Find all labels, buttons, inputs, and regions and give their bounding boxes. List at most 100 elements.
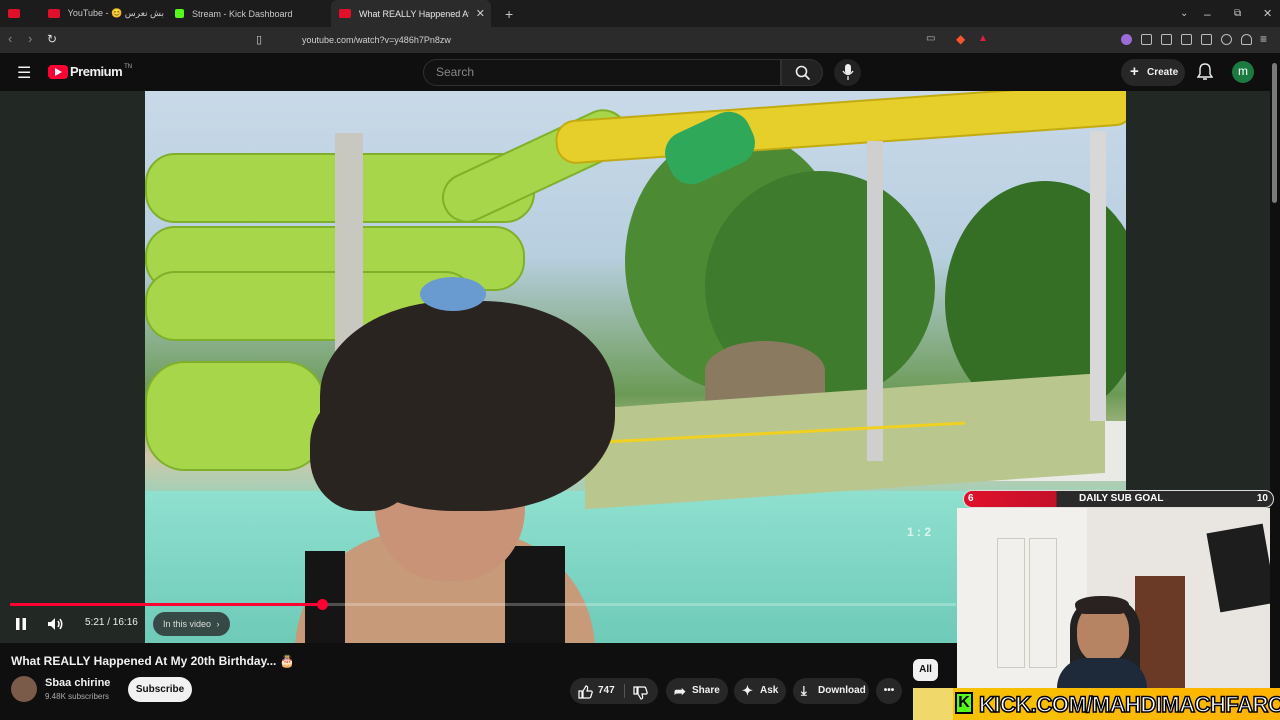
search-input[interactable]: Search <box>423 59 781 86</box>
slide-pillar <box>867 141 883 461</box>
menu-icon[interactable]: ≡ <box>1260 32 1267 46</box>
goal-current: 6 <box>968 493 974 504</box>
extension-icon[interactable] <box>1121 34 1132 45</box>
download-button[interactable]: ⤓ Download <box>793 678 869 704</box>
browser-menu[interactable] <box>0 0 40 27</box>
music-icon[interactable] <box>1161 34 1172 45</box>
scrollbar-thumb[interactable] <box>1272 63 1277 203</box>
pool-deck <box>585 372 1105 510</box>
umbrella <box>705 341 825 401</box>
microphone-icon <box>842 64 854 80</box>
notifications-bell-icon[interactable] <box>1197 63 1213 81</box>
channel-name[interactable]: Sbaa chirine <box>45 677 110 689</box>
search-button[interactable] <box>781 59 823 86</box>
kick-channel-url: KICK.COM/MAHDIMACHFAROTB <box>978 691 1280 718</box>
daily-sub-goal-bar: 6 DAILY SUB GOAL 10 <box>963 490 1274 508</box>
thumbs-down-icon <box>633 686 648 700</box>
bookmark-icon[interactable]: ▯ <box>256 33 262 46</box>
url-text: youtube.com/watch?v=y486h7Pn8zw <box>302 35 451 45</box>
maximize-icon[interactable]: ⧉ <box>1226 0 1241 27</box>
reload-icon[interactable]: ↻ <box>47 32 57 46</box>
leo-ai-icon[interactable] <box>1221 34 1232 45</box>
share-button[interactable]: ➦ Share <box>666 678 728 704</box>
rewards-icon[interactable]: ▲ <box>978 33 988 44</box>
more-actions-button[interactable]: ••• <box>876 678 902 704</box>
subscribe-button[interactable]: Subscribe <box>128 677 192 702</box>
progress-bar[interactable] <box>10 599 956 610</box>
tab-label: Stream - Kick Dashboard <box>192 8 293 19</box>
like-count: 747 <box>598 685 615 696</box>
share-label: Share <box>692 685 720 696</box>
streamer-hair <box>1075 596 1129 614</box>
minimize-icon[interactable]: – <box>1196 0 1211 27</box>
pause-icon[interactable] <box>14 617 28 631</box>
vpn-shield-icon[interactable] <box>1241 34 1252 45</box>
address-bar-row: ‹ › ↻ ▯ youtube.com/watch?v=y486h7Pn8zw … <box>0 27 1280 53</box>
account-avatar[interactable]: m <box>1232 61 1254 83</box>
divider <box>624 684 625 698</box>
tank-strap <box>305 551 345 643</box>
url-field[interactable]: youtube.com/watch?v=y486h7Pn8zw <box>276 30 998 50</box>
plus-icon: + <box>1130 63 1139 80</box>
youtube-icon <box>48 9 60 18</box>
channel-avatar[interactable] <box>11 676 37 702</box>
search-icon <box>795 65 811 81</box>
chevron-down-icon[interactable]: ⌄ <box>1172 0 1188 27</box>
filter-chip-all[interactable]: All <box>913 659 938 681</box>
puzzle-icon[interactable] <box>1141 34 1152 45</box>
tab-kick-dashboard[interactable]: Stream - Kick Dashboard <box>167 0 329 27</box>
close-tab-icon[interactable]: ✕ <box>476 7 485 20</box>
new-tab-button[interactable]: + <box>497 0 517 27</box>
video-watermark: 1 : 2 <box>907 525 932 539</box>
search-placeholder: Search <box>436 65 475 79</box>
webcam-overlay <box>957 508 1270 688</box>
country-code: TN <box>124 63 133 70</box>
tab-label: What REALLY Happened At M <box>359 8 469 19</box>
forward-icon[interactable]: › <box>28 31 32 46</box>
youtube-header: ☰ Premium TN Search + Create m <box>0 53 1280 91</box>
tab-label: YouTube - ‫أخيرا بش نعرس 😊‬ <box>67 8 165 18</box>
close-window-icon[interactable]: ✕ <box>1255 0 1272 27</box>
tab-current-video[interactable]: What REALLY Happened At M ✕ <box>331 0 491 27</box>
video-title: What REALLY Happened At My 20th Birthday… <box>11 654 295 668</box>
time-display: 5:21 / 16:16 <box>85 617 138 628</box>
goal-label: DAILY SUB GOAL <box>1079 493 1164 504</box>
kick-banner: K KICK.COM/MAHDIMACHFAROTB <box>913 688 1280 720</box>
cast-icon[interactable]: ▭ <box>926 33 935 44</box>
chevron-right-icon: › <box>216 619 220 629</box>
sparkle-icon: ✦ <box>742 683 753 698</box>
brave-shield-icon[interactable]: ◆ <box>956 32 965 46</box>
avatar-letter: m <box>1238 64 1248 78</box>
page-scrollbar[interactable] <box>1272 55 1277 720</box>
create-button[interactable]: + Create <box>1121 59 1185 86</box>
youtube-icon <box>8 9 20 18</box>
browser-tab-bar: YouTube - ‫أخيرا بش نعرس 😊‬ Stream - Kic… <box>0 0 1280 27</box>
slide-pillar <box>1090 131 1106 421</box>
voice-search-button[interactable] <box>834 59 861 86</box>
ask-button[interactable]: ✦ Ask <box>734 678 786 704</box>
like-dislike-group: 747 <box>570 678 658 704</box>
subscriber-count: 9.48K subscribers <box>45 692 110 701</box>
wallet-icon[interactable] <box>1201 34 1212 45</box>
sidebar-icon[interactable] <box>1181 34 1192 45</box>
youtube-icon <box>339 9 351 18</box>
in-this-video-label: In this video <box>163 619 212 629</box>
share-icon: ➦ <box>674 683 686 699</box>
youtube-logo[interactable]: Premium TN <box>48 64 132 79</box>
kick-banner-graphic <box>913 688 953 720</box>
dislike-button[interactable] <box>633 685 648 711</box>
goal-target: 10 <box>1256 493 1268 504</box>
like-button[interactable] <box>578 684 593 710</box>
door <box>1135 576 1185 688</box>
volume-icon[interactable] <box>47 617 65 631</box>
hamburger-menu-icon[interactable]: ☰ <box>17 63 31 83</box>
more-icon: ••• <box>883 685 895 696</box>
in-this-video-button[interactable]: In this video › <box>153 612 230 636</box>
water-slide <box>145 361 325 471</box>
kick-logo-icon: K <box>955 692 973 714</box>
kick-icon <box>175 9 184 18</box>
ask-label: Ask <box>760 685 779 696</box>
hair-scrunchie <box>420 277 486 311</box>
back-icon[interactable]: ‹ <box>8 31 12 46</box>
tab-youtube-home[interactable]: YouTube - ‫أخيرا بش نعرس 😊‬ <box>40 0 165 27</box>
